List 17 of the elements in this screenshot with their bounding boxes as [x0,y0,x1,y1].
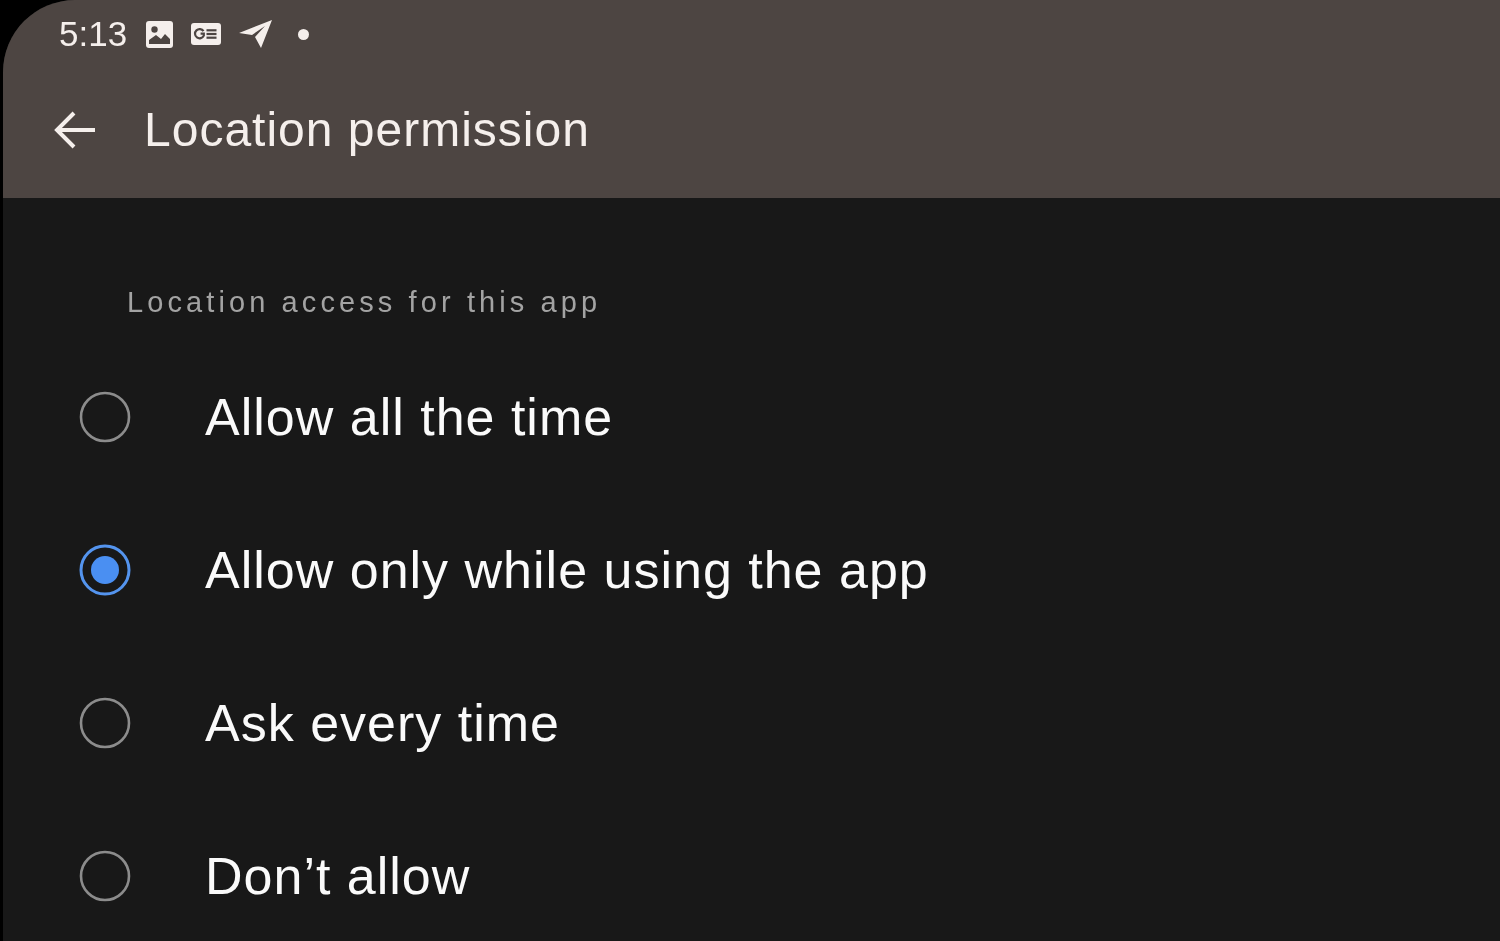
option-label[interactable]: Allow only while using the app [205,538,929,601]
option-label[interactable]: Don’t allow [205,844,471,907]
section-heading: Location access for this app [127,285,602,320]
option-label[interactable]: Allow all the time [205,385,614,448]
radio-button[interactable] [79,543,131,596]
notification-dot-icon [298,28,310,40]
screen-title: Location permission [144,102,590,158]
option-label[interactable]: Ask every time [205,691,560,754]
radio-button[interactable] [79,390,131,443]
back-arrow-icon [54,110,96,150]
radio-button[interactable] [79,696,131,749]
image-icon [146,20,174,48]
back-button[interactable] [53,110,97,150]
clock-time: 5:13 [59,14,128,54]
news-card-icon [191,23,222,45]
radio-button[interactable] [79,849,131,902]
paper-plane-icon [239,20,273,48]
